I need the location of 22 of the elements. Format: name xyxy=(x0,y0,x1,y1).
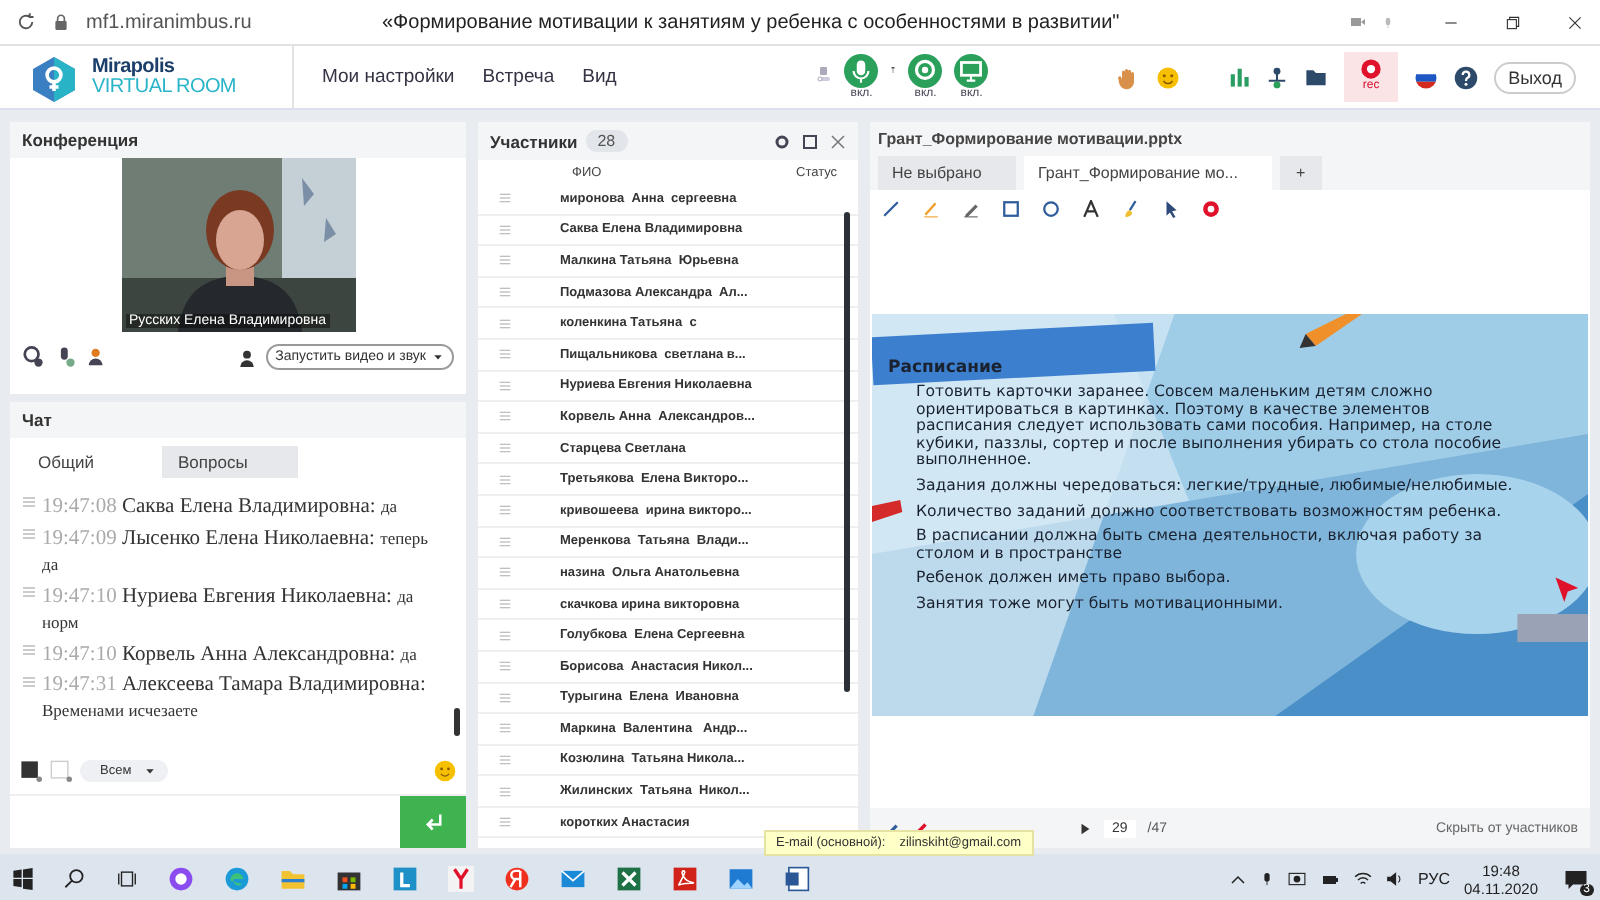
participant-count: 28 xyxy=(585,130,628,152)
document-tab[interactable]: Грант_Формирование мо... xyxy=(1024,156,1272,190)
logo-text: Mirapolis xyxy=(92,57,177,77)
panel-title: Конференция xyxy=(10,122,466,158)
slide-title: Расписание xyxy=(888,358,1003,378)
exit-button[interactable]: Выход xyxy=(1494,61,1576,93)
add-tab-button[interactable]: + xyxy=(1280,156,1322,190)
panel-title: Чат xyxy=(10,402,466,438)
language-indicator[interactable]: РУС xyxy=(1417,870,1451,888)
chat-message: 19:47:10 Корвель Анна Александровна: да xyxy=(42,642,417,668)
menu-item[interactable]: Встреча xyxy=(482,66,555,88)
menu-item[interactable]: Вид xyxy=(582,66,617,88)
page-title: «Формирование мотивации к занятиям у ребенка с особенностями в развитии" xyxy=(382,11,1122,33)
address-bar[interactable]: mf1.miranimbus.ru xyxy=(86,11,366,33)
logo-subtitle: VIRTUAL ROOM xyxy=(92,77,236,97)
chat-message: 19:47:08 Саква Елена Владимировна: да xyxy=(42,494,398,520)
document-tab[interactable]: Не выбрано xyxy=(878,156,1016,190)
panel-title: Участники xyxy=(490,131,578,151)
menu-item[interactable]: Мои настройки xyxy=(322,66,455,88)
chat-tab[interactable]: Вопросы xyxy=(162,446,298,478)
panel-title: Грант_Формирование мотивации.pptx xyxy=(870,122,1590,156)
chat-message: 19:47:31 Алексеева Тамара Владимировна: Временами исчезаете xyxy=(42,674,428,724)
